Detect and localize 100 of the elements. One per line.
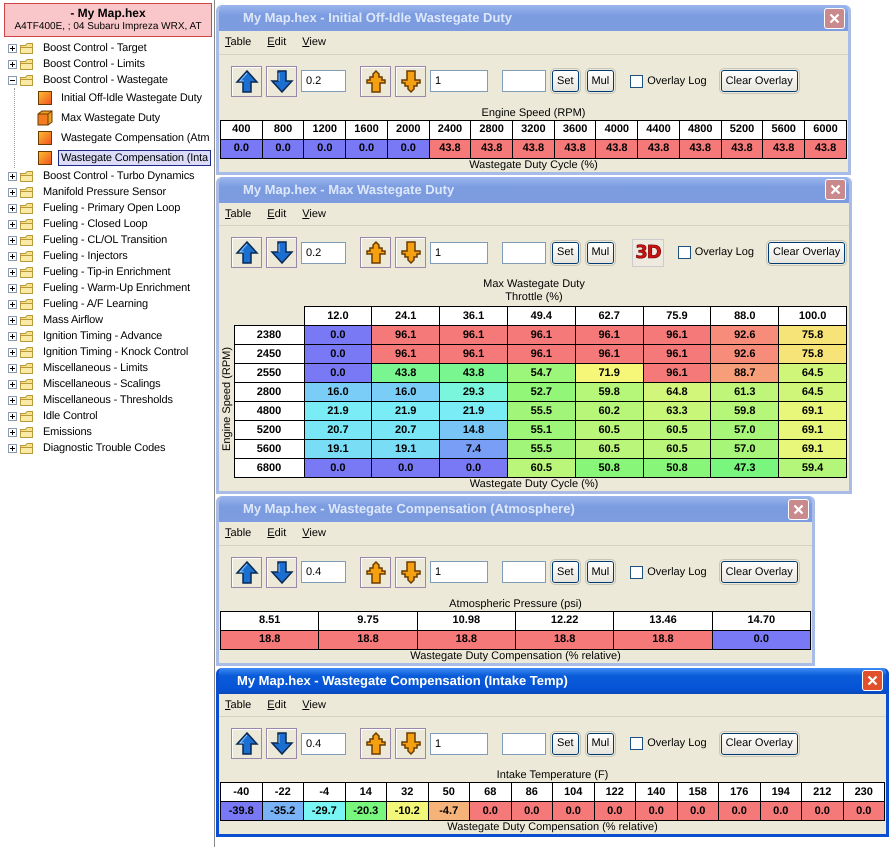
value-cell[interactable]: 55.1 xyxy=(507,420,576,440)
menu-item[interactable]: Edit xyxy=(267,696,286,713)
value-cell[interactable]: 47.3 xyxy=(710,458,779,478)
expand-icon[interactable] xyxy=(8,236,17,244)
value-cell[interactable]: 69.1 xyxy=(778,402,846,420)
value-cell[interactable]: 43.8 xyxy=(679,139,722,158)
value-cell[interactable]: 0.0 xyxy=(712,630,810,649)
down-arrow-button[interactable] xyxy=(266,556,297,588)
value-cell[interactable]: 43.8 xyxy=(372,364,440,382)
value-cell[interactable]: 69.1 xyxy=(778,440,846,458)
value-cell[interactable]: 63.3 xyxy=(643,402,711,420)
toolbar-button[interactable]: Mul xyxy=(586,732,614,754)
toolbar-button[interactable]: Set xyxy=(552,242,579,264)
menu-item[interactable]: Edit xyxy=(267,525,286,542)
value-cell[interactable]: 50.8 xyxy=(643,458,711,478)
value-cell[interactable]: 0.0 xyxy=(346,139,388,158)
toolbar-button[interactable]: Set xyxy=(552,732,579,754)
value-cell[interactable]: 54.7 xyxy=(507,364,576,382)
tree-item[interactable]: Manifold Pressure Sensor xyxy=(40,184,169,200)
value-cell[interactable]: 0.0 xyxy=(594,802,636,820)
value-cell[interactable]: 20.7 xyxy=(372,420,440,440)
value-cell[interactable]: 59.8 xyxy=(710,402,779,420)
value-cell[interactable]: 18.8 xyxy=(417,630,516,649)
step-field[interactable]: 0.4 xyxy=(301,732,346,754)
value-cell[interactable]: 57.0 xyxy=(710,420,779,440)
step-field[interactable]: 1 xyxy=(430,242,488,264)
value-cell[interactable]: 43.8 xyxy=(762,139,805,158)
menu-item[interactable]: Table xyxy=(225,525,252,542)
value-field[interactable] xyxy=(502,242,546,264)
expand-icon[interactable] xyxy=(8,300,17,308)
tree-item[interactable]: Boost Control - Turbo Dynamics xyxy=(40,168,198,184)
tree-item[interactable]: Emissions xyxy=(40,424,95,440)
value-cell[interactable]: 0.0 xyxy=(387,139,430,158)
value-cell[interactable]: 16.0 xyxy=(372,382,440,402)
value-cell[interactable]: 52.7 xyxy=(507,382,576,402)
menu-item[interactable]: Edit xyxy=(267,206,286,222)
value-cell[interactable]: 96.1 xyxy=(507,344,576,364)
tree-item[interactable]: Fueling - A/F Learning xyxy=(40,296,151,312)
expand-icon[interactable] xyxy=(8,444,17,452)
down-arrow-button[interactable] xyxy=(395,728,426,759)
value-cell[interactable]: -35.2 xyxy=(262,802,304,820)
value-cell[interactable]: -20.3 xyxy=(345,802,386,820)
collapse-icon[interactable] xyxy=(8,76,17,84)
expand-icon[interactable] xyxy=(8,316,17,324)
value-cell[interactable]: 0.0 xyxy=(372,458,440,478)
tree-item[interactable]: Fueling - Warm-Up Enrichment xyxy=(40,280,193,296)
step-field[interactable]: 1 xyxy=(430,70,488,92)
value-cell[interactable]: -39.8 xyxy=(220,802,262,820)
toolbar-button[interactable]: Mul xyxy=(586,561,614,583)
tree-item[interactable]: Miscellaneous - Limits xyxy=(40,360,151,376)
value-cell[interactable]: 96.1 xyxy=(643,326,711,344)
menu-item[interactable]: Table xyxy=(225,34,252,50)
tree-item[interactable]: Miscellaneous - Scalings xyxy=(40,376,164,392)
value-cell[interactable]: 43.8 xyxy=(512,139,554,158)
value-cell[interactable]: 0.0 xyxy=(304,364,372,382)
value-cell[interactable]: 7.4 xyxy=(440,440,508,458)
expand-icon[interactable] xyxy=(8,172,17,180)
expand-icon[interactable] xyxy=(8,188,17,196)
expand-icon[interactable] xyxy=(8,364,17,372)
menu-item[interactable]: Table xyxy=(225,696,252,713)
value-cell[interactable]: 60.5 xyxy=(643,440,711,458)
close-button[interactable] xyxy=(824,8,845,28)
value-cell[interactable]: 43.8 xyxy=(554,139,596,158)
value-cell[interactable]: 43.8 xyxy=(596,139,638,158)
down-arrow-button[interactable] xyxy=(395,66,426,96)
expand-icon[interactable] xyxy=(8,348,17,356)
menu-item[interactable]: Edit xyxy=(267,34,286,50)
tree-item[interactable]: Initial Off-Idle Wastegate Duty xyxy=(58,90,205,106)
value-cell[interactable]: 0.0 xyxy=(262,139,304,158)
value-cell[interactable]: 60.2 xyxy=(575,402,644,420)
up-arrow-button[interactable] xyxy=(360,237,391,268)
value-cell[interactable]: 20.7 xyxy=(304,420,372,440)
value-cell[interactable]: 75.8 xyxy=(778,344,846,364)
tree-item[interactable]: Diagnostic Trouble Codes xyxy=(40,440,168,456)
tree-item[interactable]: Mass Airflow xyxy=(40,312,106,328)
value-cell[interactable]: 64.5 xyxy=(778,364,846,382)
value-cell[interactable]: 0.0 xyxy=(304,326,372,344)
value-cell[interactable]: 96.1 xyxy=(440,326,508,344)
value-cell[interactable]: 64.8 xyxy=(643,382,711,402)
expand-icon[interactable] xyxy=(8,412,17,420)
toolbar-button[interactable]: Mul xyxy=(586,242,614,264)
down-arrow-button[interactable] xyxy=(266,237,297,268)
down-arrow-button[interactable] xyxy=(395,237,426,268)
value-cell[interactable]: 43.8 xyxy=(440,364,508,382)
menu-item[interactable]: View xyxy=(302,206,326,222)
value-cell[interactable]: 16.0 xyxy=(304,382,372,402)
expand-icon[interactable] xyxy=(8,332,17,340)
value-cell[interactable]: 92.6 xyxy=(710,326,779,344)
value-cell[interactable]: 96.1 xyxy=(507,326,576,344)
value-cell[interactable]: 96.1 xyxy=(372,326,440,344)
value-cell[interactable]: 60.5 xyxy=(575,420,644,440)
value-cell[interactable]: 96.1 xyxy=(643,344,711,364)
value-cell[interactable]: 59.8 xyxy=(575,382,644,402)
value-cell[interactable]: 43.8 xyxy=(804,139,846,158)
up-arrow-button[interactable] xyxy=(231,237,262,268)
tree-item[interactable]: Boost Control - Limits xyxy=(40,56,148,72)
step-field[interactable]: 1 xyxy=(430,732,488,754)
tree-item[interactable]: Fueling - Tip-in Enrichment xyxy=(40,264,174,280)
tree-item[interactable]: Boost Control - Target xyxy=(40,40,150,56)
tree-item[interactable]: Boost Control - Wastegate xyxy=(40,72,171,88)
